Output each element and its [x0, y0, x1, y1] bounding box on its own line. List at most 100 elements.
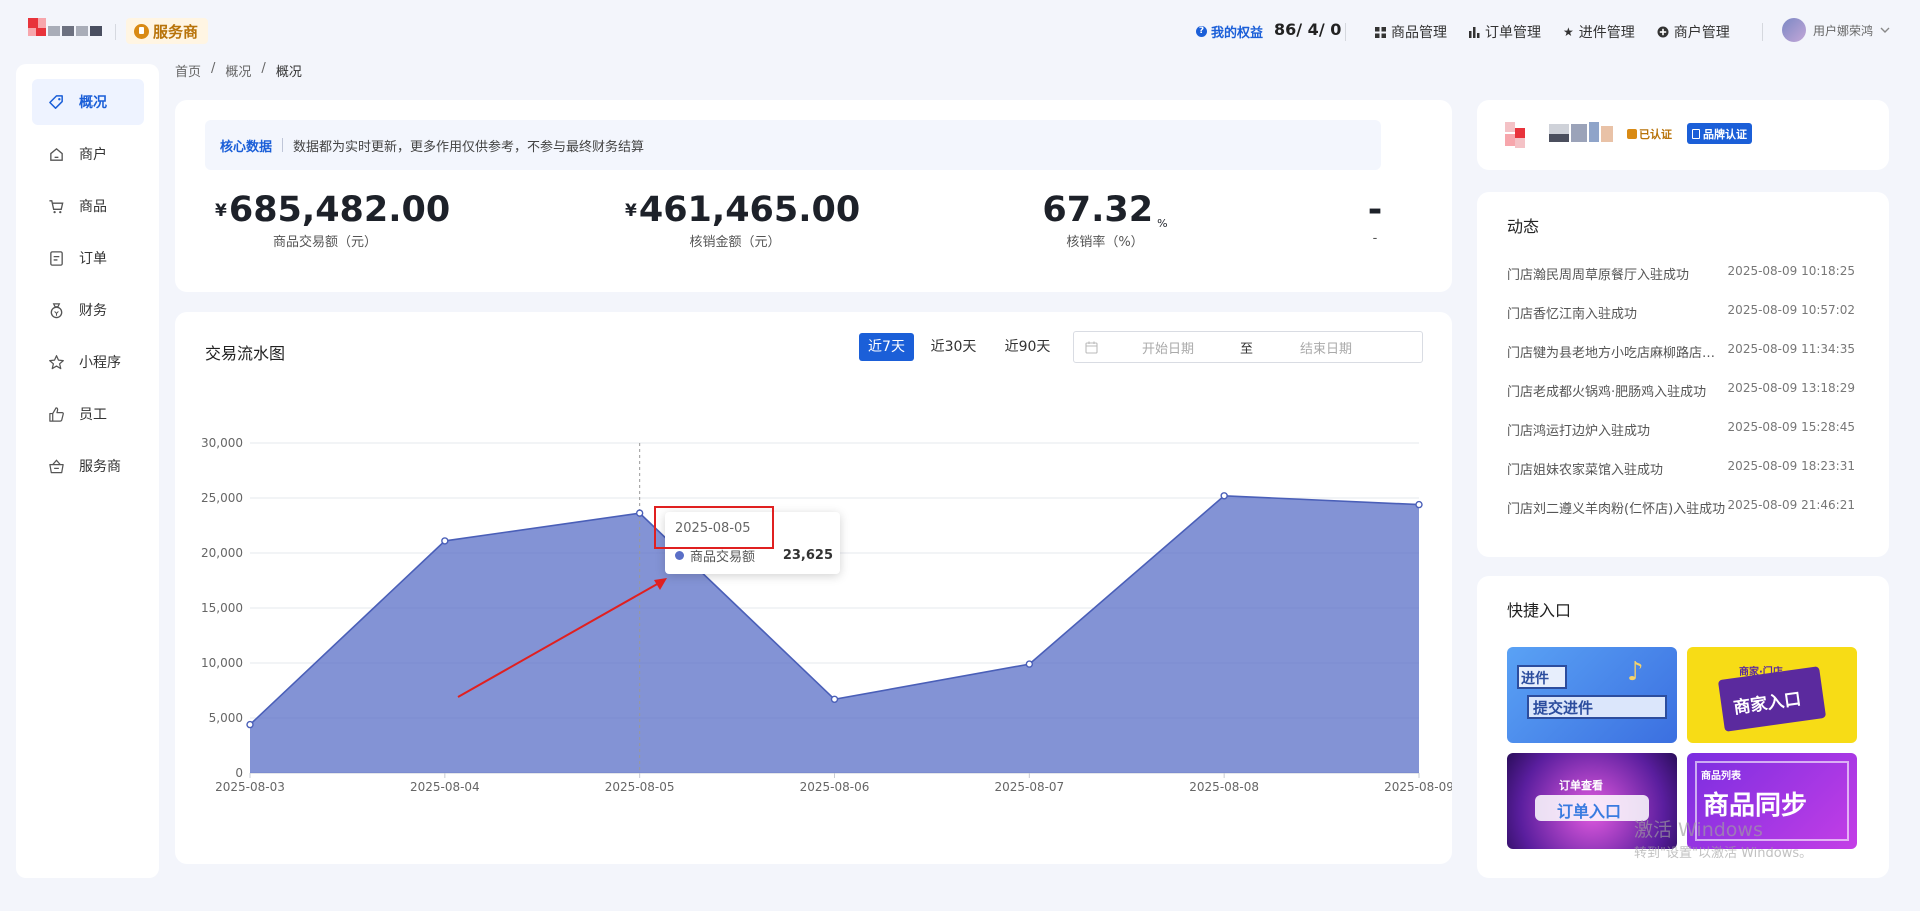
- metric-value: 685,482.00: [228, 190, 451, 230]
- chevron-down-icon: [1880, 27, 1890, 33]
- verified-label: 已认证: [1639, 128, 1672, 141]
- chart-tooltip: 2025-08-05 商品交易额 23,625: [665, 512, 840, 574]
- top-bar: 服务商 ? 我的权益 86/ 4/ 0 商品管理 订单管理 ★ 进件管理 商户管…: [0, 0, 1920, 62]
- currency-symbol: ¥: [625, 201, 637, 221]
- nav-order-management[interactable]: 订单管理: [1469, 22, 1541, 42]
- shop-icon: [134, 23, 149, 39]
- sidebar-item-orders[interactable]: 订单: [32, 235, 144, 281]
- feed-item-time: 2025-08-09 10:18:25: [1727, 264, 1855, 278]
- sidebar-item-label: 商品: [79, 199, 107, 215]
- y-tick-label: 20,000: [201, 546, 243, 560]
- feed-item-text: 门店老成都火锅鸡·肥肠鸡入驻成功: [1507, 385, 1707, 400]
- currency-symbol: ¥: [215, 201, 227, 221]
- tooltip-series-name: 商品交易额: [690, 550, 756, 565]
- sidebar-item-mini-program[interactable]: 小程序: [32, 339, 144, 385]
- x-tick-label: 2025-08-07: [994, 780, 1064, 794]
- money-bag-icon: [50, 302, 63, 318]
- metric-value: 67.32: [1042, 190, 1154, 230]
- thumb-up-icon: [49, 406, 64, 422]
- sidebar-item-service-provider[interactable]: 服务商: [32, 443, 144, 489]
- header-divider: [1345, 23, 1346, 41]
- activity-feed-card: 动态 门店瀚民周周草原餐厅入驻成功 2025-08-09 10:18:25 门店香…: [1477, 192, 1889, 557]
- breadcrumb-home[interactable]: 首页: [175, 61, 201, 80]
- feed-item[interactable]: 门店姐妹农家菜馆入驻成功 2025-08-09 18:23:31: [1507, 459, 1855, 478]
- feed-item-text: 门店刘二遵义羊肉粉(仁怀店)入驻成功: [1507, 502, 1726, 517]
- user-menu[interactable]: 用户娜荣鸿: [1782, 18, 1890, 42]
- metric-label: -: [1372, 231, 1378, 246]
- core-data-card: 核心数据 数据都为实时更新，更多作用仅供参考，不参与最终财务结算 ¥685,48…: [175, 100, 1452, 292]
- feed-item[interactable]: 门店老成都火锅鸡·肥肠鸡入驻成功 2025-08-09 13:18:29: [1507, 381, 1855, 400]
- sidebar-item-overview[interactable]: 概况: [32, 79, 144, 125]
- rights-counts: 86/ 4/ 0: [1274, 20, 1342, 39]
- my-rights-label: 我的权益: [1211, 26, 1264, 41]
- y-tick-label: 30,000: [201, 436, 243, 450]
- nav-label: 订单管理: [1485, 25, 1541, 41]
- y-tick-label: 25,000: [201, 491, 243, 505]
- top-nav: 商品管理 订单管理 ★ 进件管理 商户管理: [1375, 22, 1730, 42]
- brand-certification-label: 品牌认证: [1703, 127, 1747, 141]
- tile-main-label: 提交进件: [1533, 699, 1594, 717]
- nav-product-management[interactable]: 商品管理: [1375, 22, 1447, 42]
- feed-item-time: 2025-08-09 15:28:45: [1727, 420, 1855, 434]
- data-point[interactable]: [830, 695, 839, 703]
- tile-top-label: 商家·门店: [1739, 667, 1783, 678]
- breadcrumb-separator: /: [261, 61, 266, 76]
- nav-label: 商户管理: [1673, 25, 1730, 41]
- feed-item[interactable]: 门店香忆江南入驻成功 2025-08-09 10:57:02: [1507, 303, 1855, 322]
- core-data-banner: 核心数据 数据都为实时更新，更多作用仅供参考，不参与最终财务结算: [205, 120, 1381, 170]
- sidebar-item-label: 小程序: [79, 355, 121, 371]
- metric-value: 461,465.00: [638, 190, 861, 230]
- breadcrumb-overview[interactable]: 概况: [225, 61, 251, 80]
- quick-tile-onboarding[interactable]: 进件 提交进件 ♪: [1507, 647, 1677, 743]
- data-point[interactable]: [1415, 500, 1423, 509]
- feed-item-text: 门店鸿运打边炉入驻成功: [1507, 424, 1651, 439]
- feed-item-time: 2025-08-09 11:34:35: [1727, 342, 1855, 356]
- feed-item[interactable]: 门店鸿运打边炉入驻成功 2025-08-09 15:28:45: [1507, 420, 1855, 439]
- feed-item[interactable]: 门店刘二遵义羊肉粉(仁怀店)入驻成功 2025-08-09 21:46:21: [1507, 498, 1855, 517]
- feed-item-time: 2025-08-09 10:57:02: [1727, 303, 1855, 317]
- data-point[interactable]: [1220, 492, 1228, 500]
- data-point[interactable]: [635, 509, 644, 517]
- quick-tile-orders[interactable]: 订单查看 订单入口: [1507, 753, 1677, 849]
- nav-merchant-management[interactable]: 商户管理: [1657, 22, 1730, 42]
- tag-icon: [49, 94, 63, 109]
- star-outline-icon: [49, 354, 64, 369]
- feed-item-time: 2025-08-09 21:46:21: [1727, 498, 1855, 512]
- metric-label: 核销金额（元）: [689, 235, 781, 250]
- shield-icon: [1627, 129, 1637, 139]
- quick-tile-product-sync[interactable]: 商品列表 商品同步: [1687, 753, 1857, 849]
- x-tick-label: 2025-08-04: [410, 780, 480, 794]
- data-point[interactable]: [1025, 660, 1034, 668]
- core-data-label: 核心数据: [220, 139, 273, 155]
- metric-value: -: [1367, 190, 1383, 230]
- data-point[interactable]: [246, 720, 254, 729]
- sidebar-item-label: 员工: [79, 407, 107, 423]
- series-dot: [675, 551, 684, 560]
- quick-tile-merchant[interactable]: 商家·门店 商家入口: [1687, 647, 1857, 743]
- service-provider-badge[interactable]: 服务商: [126, 18, 209, 44]
- core-data-note: 数据都为实时更新，更多作用仅供参考，不参与最终财务结算: [293, 139, 645, 155]
- nav-onboarding-management[interactable]: ★ 进件管理: [1563, 22, 1635, 42]
- sidebar-item-finance[interactable]: 财务: [32, 287, 144, 333]
- data-point[interactable]: [441, 537, 449, 545]
- x-tick-label: 2025-08-03: [215, 780, 285, 794]
- user-name: 用户娜荣鸿: [1813, 23, 1874, 38]
- plus-circle-icon: [1657, 26, 1669, 38]
- company-logo[interactable]: [28, 18, 106, 40]
- sidebar-item-label: 商户: [79, 147, 107, 163]
- sidebar-item-products[interactable]: 商品: [32, 183, 144, 229]
- my-rights-link[interactable]: ? 我的权益: [1196, 22, 1263, 41]
- area-chart[interactable]: 0 5,000 10,000 15,000 20,000 25,000 30,000 2025…: [175, 312, 1452, 864]
- quick-access-title: 快捷入口: [1507, 601, 1572, 620]
- feed-item-text: 门店香忆江南入驻成功: [1507, 307, 1638, 322]
- sidebar-item-staff[interactable]: 员工: [32, 391, 144, 437]
- sidebar-item-merchants[interactable]: 商户: [32, 131, 144, 177]
- feed-item[interactable]: 门店瀚民周周草原餐厅入驻成功 2025-08-09 10:18:25: [1507, 264, 1855, 283]
- x-tick-label: 2025-08-05: [605, 780, 675, 794]
- feed-item-time: 2025-08-09 13:18:29: [1727, 381, 1855, 395]
- y-tick-label: 5,000: [209, 711, 243, 725]
- feed-item-text: 门店瀚民周周草原餐厅入驻成功: [1507, 268, 1690, 283]
- x-tick-label: 2025-08-08: [1189, 780, 1259, 794]
- feed-item[interactable]: 门店犍为县老地方小吃店麻柳路店入驻成功2025-08-09 11:34:35: [1507, 342, 1855, 361]
- brand-certification-badge[interactable]: 品牌认证: [1687, 123, 1752, 144]
